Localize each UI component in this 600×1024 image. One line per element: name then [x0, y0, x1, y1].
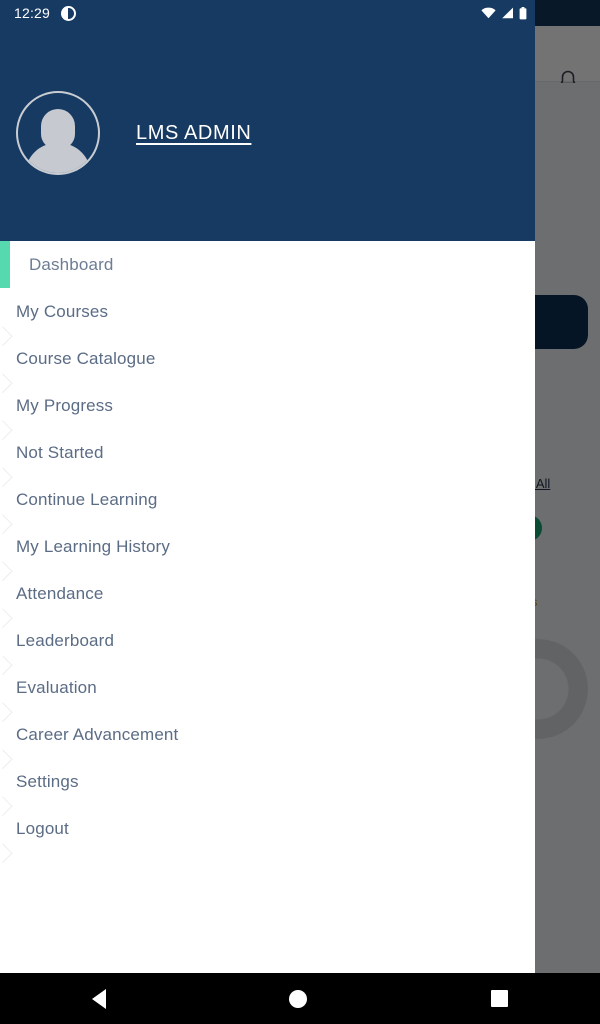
sidebar-item-label: Logout — [16, 818, 69, 838]
android-navigation-bar — [0, 973, 600, 1024]
sidebar-item-label: My Learning History — [16, 536, 171, 556]
menu-divider-artifact — [0, 843, 13, 864]
sidebar-item-attendance[interactable]: Attendance — [0, 570, 535, 629]
sidebar-item-my-progress[interactable]: My Progress — [0, 382, 535, 441]
sidebar-item-label: Not Started — [16, 442, 104, 462]
sidebar-item-label: Dashboard — [29, 254, 114, 274]
sidebar-item-label: Evaluation — [16, 677, 97, 697]
sidebar-item-my-courses[interactable]: My Courses — [0, 288, 535, 347]
phone-screen: e View All ts e 12:29 — [0, 0, 600, 1024]
sidebar-item-dashboard[interactable]: Dashboard — [0, 241, 535, 288]
sidebar-item-continue-learning[interactable]: Continue Learning — [0, 476, 535, 535]
drawer-profile[interactable]: LMS ADMIN — [16, 91, 251, 175]
avatar-body-shape — [25, 143, 91, 173]
sidebar-item-label: Career Advancement — [16, 724, 179, 744]
back-triangle-icon[interactable] — [91, 988, 106, 1009]
sidebar-item-settings[interactable]: Settings — [0, 758, 535, 817]
sidebar-item-career-advancement[interactable]: Career Advancement — [0, 711, 535, 770]
battery-icon — [519, 6, 527, 19]
recents-square-icon[interactable] — [491, 990, 509, 1007]
user-avatar-placeholder-icon[interactable] — [16, 91, 100, 175]
profile-name-link[interactable]: LMS ADMIN — [136, 122, 251, 145]
sidebar-item-label: My Courses — [16, 301, 109, 321]
sidebar-item-not-started[interactable]: Not Started — [0, 429, 535, 488]
drawer-header: 12:29 LMS ADMIN — [0, 0, 535, 241]
wifi-icon — [481, 7, 496, 19]
circle-badge-icon — [61, 5, 77, 21]
sidebar-item-label: Course Catalogue — [16, 348, 156, 368]
sidebar-item-label: Continue Learning — [16, 489, 158, 509]
drawer-menu-list: Dashboard My Courses Course Catalogue My Pr… — [0, 241, 535, 973]
status-bar: 12:29 — [0, 0, 535, 26]
sidebar-item-course-catalogue[interactable]: Course Catalogue — [0, 335, 535, 394]
status-bar-clock: 12:29 — [14, 5, 51, 21]
sidebar-item-my-learning-history[interactable]: My Learning History — [0, 523, 535, 582]
sidebar-item-label: Leaderboard — [16, 630, 115, 650]
sidebar-item-leaderboard[interactable]: Leaderboard — [0, 617, 535, 676]
navigation-drawer: 12:29 LMS ADMIN Dashboard My Courses Cou… — [0, 0, 535, 973]
sidebar-item-label: Settings — [16, 771, 79, 791]
sidebar-item-label: My Progress — [16, 395, 114, 415]
sidebar-item-logout[interactable]: Logout — [0, 805, 535, 864]
home-circle-icon[interactable] — [289, 989, 308, 1008]
sidebar-item-label: Attendance — [16, 583, 104, 603]
status-bar-icons — [481, 0, 527, 26]
cellular-signal-icon — [502, 7, 513, 19]
sidebar-item-evaluation[interactable]: Evaluation — [0, 664, 535, 723]
